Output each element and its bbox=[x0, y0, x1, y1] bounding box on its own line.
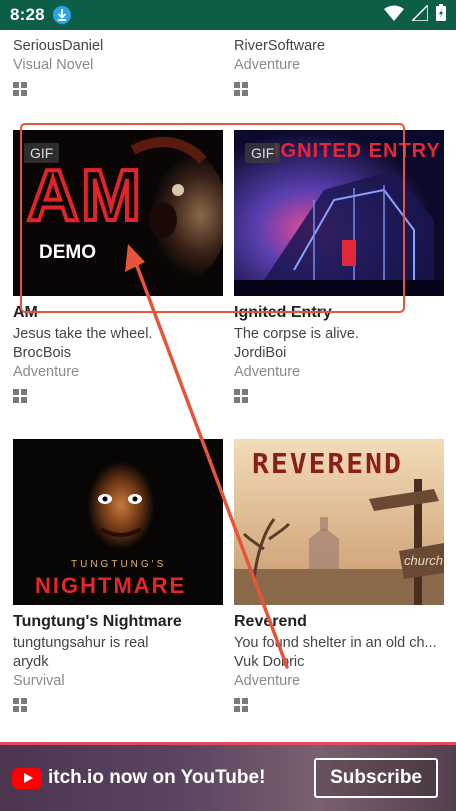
game-genre: Adventure bbox=[234, 57, 301, 73]
game-description: Jesus take the wheel. bbox=[13, 326, 153, 342]
am-art-title: AM bbox=[25, 156, 143, 236]
game-card-reverend[interactable]: REVEREND church Reverend You found shelt… bbox=[234, 439, 444, 712]
game-title[interactable]: Ignited Entry bbox=[234, 304, 444, 322]
game-title[interactable]: Tungtung's Nightmare bbox=[13, 613, 223, 631]
reverend-art-title: REVEREND bbox=[252, 447, 403, 480]
windows-icon bbox=[234, 389, 248, 403]
status-time: 8:28 bbox=[10, 5, 45, 24]
gif-badge: GIF bbox=[245, 143, 281, 163]
youtube-banner[interactable]: itch.io now on YouTube! Subscribe bbox=[0, 742, 456, 811]
game-author[interactable]: BrocBois bbox=[13, 345, 223, 361]
am-art-subtitle: DEMO bbox=[39, 242, 96, 263]
wifi-icon bbox=[384, 5, 404, 26]
game-card-top-left[interactable]: SeriousDaniel Visual Novel bbox=[13, 38, 223, 96]
reverend-art-sign: church bbox=[404, 553, 444, 568]
status-bar: 8:28 bbox=[0, 0, 456, 30]
game-thumbnail[interactable]: REVEREND church bbox=[234, 439, 444, 605]
game-description: tungtungsahur is real bbox=[13, 635, 149, 651]
game-author[interactable]: Vuk Dobric bbox=[234, 654, 444, 670]
game-author[interactable]: JordiBoi bbox=[234, 345, 444, 361]
game-title[interactable]: Reverend bbox=[234, 613, 444, 631]
game-author[interactable]: arydk bbox=[13, 654, 223, 670]
windows-icon bbox=[13, 698, 27, 712]
game-genre: Visual Novel bbox=[13, 57, 94, 73]
game-card-ignited-entry[interactable]: IGNITED ENTRY GIF Ignited Entry The corp… bbox=[234, 130, 444, 403]
game-genre: Survival bbox=[13, 673, 65, 689]
windows-icon bbox=[13, 389, 27, 403]
tungtung-art-title: NIGHTMARE bbox=[35, 573, 187, 598]
game-author: RiverSoftware bbox=[234, 38, 326, 54]
youtube-icon bbox=[12, 767, 42, 789]
game-thumbnail[interactable]: IGNITED ENTRY GIF bbox=[234, 130, 444, 296]
tungtung-art-subtitle: TUNGTUNG'S bbox=[71, 559, 167, 570]
game-author: SeriousDaniel bbox=[13, 38, 104, 54]
ignited-entry-art-title: IGNITED ENTRY bbox=[274, 140, 441, 162]
game-card-am[interactable]: AM DEMO GIF AM Jesus take the wheel. Bro… bbox=[13, 130, 223, 403]
game-genre: Adventure bbox=[234, 673, 301, 689]
banner-text: itch.io now on YouTube! bbox=[48, 767, 266, 788]
download-icon bbox=[52, 6, 71, 24]
windows-icon bbox=[234, 82, 248, 96]
game-description: You found shelter in an old ch... bbox=[234, 635, 437, 651]
game-thumbnail[interactable]: AM DEMO GIF bbox=[13, 130, 223, 296]
windows-icon bbox=[234, 698, 248, 712]
game-title[interactable]: AM bbox=[13, 304, 223, 322]
gif-badge: GIF bbox=[24, 143, 60, 163]
subscribe-button[interactable]: Subscribe bbox=[314, 758, 438, 798]
game-genre: Adventure bbox=[234, 364, 301, 380]
game-card-tungtungs-nightmare[interactable]: TUNGTUNG'S NIGHTMARE Tungtung's Nightmar… bbox=[13, 439, 223, 712]
windows-icon bbox=[13, 82, 27, 96]
battery-icon bbox=[436, 4, 446, 26]
game-genre: Adventure bbox=[13, 364, 80, 380]
game-thumbnail[interactable]: TUNGTUNG'S NIGHTMARE bbox=[13, 439, 223, 605]
game-card-top-right[interactable]: RiverSoftware Adventure bbox=[234, 38, 444, 96]
game-description: The corpse is alive. bbox=[234, 326, 359, 342]
signal-icon bbox=[410, 2, 429, 26]
